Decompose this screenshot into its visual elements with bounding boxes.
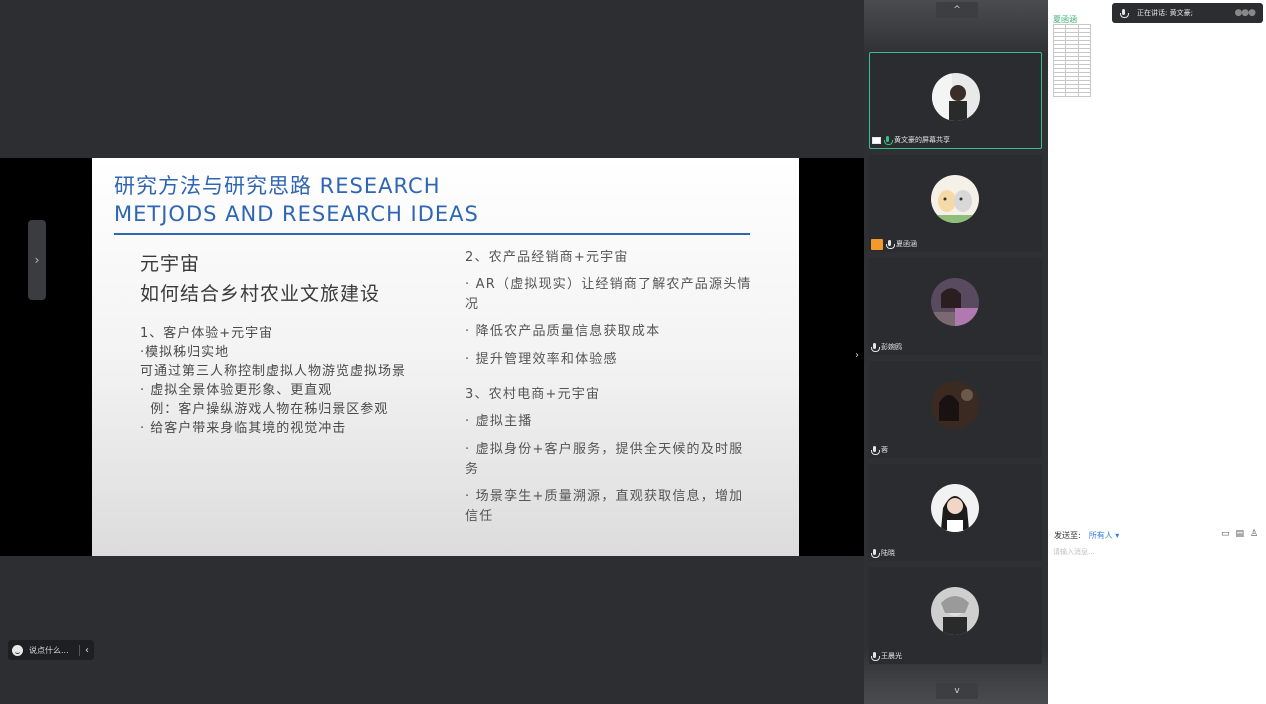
shared-screen-stage: › 研究方法与研究思路 RESEARCH METJODS AND RESEARC… — [0, 0, 864, 704]
slide-left-line: 可通过第三人称控制虚拟人物游览虚拟场景 — [140, 364, 407, 379]
meeting-window: › 研究方法与研究思路 RESEARCH METJODS AND RESEARC… — [0, 0, 1266, 704]
slide-left-line: 例：客户操纵游戏人物在秭归景区参观 — [140, 402, 389, 417]
microphone-icon — [871, 651, 880, 661]
speaking-indicator: 正在讲话: 黄文豪; ●●● — [1112, 3, 1263, 23]
slide-left-line: ·模拟秭归实地 — [140, 345, 230, 360]
participant-name: 黄文豪的屏幕共享 — [894, 136, 950, 144]
participant-tile[interactable]: 蓉 — [869, 361, 1042, 458]
chevron-down-icon: v — [954, 686, 960, 696]
participant-name: 蓉 — [881, 446, 888, 454]
participant-name-bar: 彭婉鸥 — [871, 341, 902, 353]
participant-name: 陆晓 — [881, 549, 895, 557]
avatar — [931, 175, 979, 223]
slide-left-line: · 给客户带来身临其境的视觉冲击 — [140, 421, 347, 436]
slide-right-line: · 场景孪生+质量溯源，直观获取信息，增加 — [465, 489, 744, 504]
microphone-icon — [886, 239, 895, 249]
avatar — [931, 587, 979, 635]
slide-left-line: · 虚拟全景体验更形象、更直观 — [140, 383, 333, 398]
presentation-slide: 研究方法与研究思路 RESEARCH METJODS AND RESEARCH … — [92, 158, 799, 556]
slide-title-line1: 研究方法与研究思路 RESEARCH — [114, 174, 441, 198]
slide-right-line: 况 — [465, 297, 480, 312]
participant-tile[interactable]: 王晨光 — [869, 567, 1042, 664]
avatar — [931, 484, 979, 532]
microphone-icon — [871, 548, 880, 558]
slide-right-line: 务 — [465, 462, 480, 477]
slide-right-line: 2、农产品经销商+元宇宙 — [465, 250, 629, 265]
slide-right-line: 3、农村电商+元宇宙 — [465, 387, 601, 402]
slide-right-line: · 虚拟主播 — [465, 414, 533, 429]
say-something-label: 说点什么... — [29, 645, 69, 655]
send-to-label: 发送至: — [1054, 531, 1081, 540]
microphone-icon — [871, 445, 880, 455]
slide-right-line: · 虚拟身份+客户服务，提供全天候的及时服 — [465, 442, 744, 457]
chevron-left-icon[interactable]: ‹ — [79, 644, 89, 656]
slide-heading-rural: 如何结合乡村农业文旅建设 — [140, 283, 381, 305]
chat-message-input[interactable] — [1053, 545, 1253, 559]
participant-name: 彭婉鸥 — [881, 343, 902, 351]
say-something-button[interactable]: 说点什么... ‹ — [8, 640, 94, 660]
participant-tile[interactable]: 黄文豪的屏幕共享 — [869, 52, 1042, 149]
participant-name: 王晨光 — [881, 652, 902, 660]
avatar — [931, 381, 979, 429]
send-to-row: 发送至: 所有人 ▾ — [1054, 530, 1119, 541]
participant-name-bar: 蓉 — [871, 444, 888, 456]
microphone-icon — [1120, 8, 1129, 18]
collapse-arrow-icon[interactable]: › — [855, 350, 859, 361]
user-badge-icon — [871, 238, 883, 250]
slide-right-line: · 降低农产品质量信息获取成本 — [465, 324, 661, 339]
participant-tile[interactable]: 夏函涵 — [869, 155, 1042, 252]
slide-heading-metaverse: 元宇宙 — [140, 253, 201, 275]
slide-right-line: · 提升管理效率和体验感 — [465, 352, 618, 367]
chevron-right-icon: › — [34, 253, 40, 267]
slide-title-rule — [114, 233, 750, 235]
expand-left-handle[interactable]: › — [28, 220, 46, 300]
scroll-up-button[interactable]: ^ — [936, 2, 978, 18]
chevron-up-icon: ^ — [953, 5, 961, 15]
participant-video-column: ^ 黄文豪的屏幕共享 夏函涵 彭婉鸥 蓉 陆晓 王晨光 v — [864, 0, 1048, 704]
microphone-icon — [884, 135, 893, 145]
slide-right-line: · AR（虚拟现实）让经销商了解农产品源头情 — [465, 277, 752, 292]
avatar — [931, 278, 979, 326]
slide-title-line2: METJODS AND RESEARCH IDEAS — [114, 202, 479, 226]
slide-left-line: 1、客户体验+元宇宙 — [140, 326, 274, 341]
calendar-icon[interactable]: ▤ — [1236, 529, 1245, 539]
folder-icon[interactable]: ▭ — [1221, 529, 1230, 539]
participant-name: 夏函涵 — [896, 240, 917, 248]
user-icon[interactable]: ♙ — [1250, 529, 1258, 539]
chat-panel — [1048, 0, 1266, 704]
participant-name-bar: 陆晓 — [871, 547, 895, 559]
avatar — [932, 73, 980, 121]
participant-name-bar: 王晨光 — [871, 650, 902, 662]
speaking-label: 正在讲话: 黄文豪; — [1137, 9, 1193, 17]
chat-tools: ▭ ▤ ♙ — [1221, 529, 1258, 539]
slide-right-line: 信任 — [465, 509, 494, 524]
participant-tile[interactable]: 彭婉鸥 — [869, 258, 1042, 355]
attachment-thumbnail[interactable] — [1052, 24, 1092, 97]
participant-name-bar: 黄文豪的屏幕共享 — [872, 134, 950, 146]
microphone-icon — [871, 342, 880, 352]
participant-name-bar: 夏函涵 — [871, 238, 917, 250]
scroll-down-button[interactable]: v — [936, 683, 978, 699]
screen-share-icon — [872, 136, 881, 144]
avatar-group-icon: ●●● — [1234, 8, 1256, 18]
send-to-dropdown[interactable]: 所有人 ▾ — [1089, 530, 1120, 541]
participant-tile[interactable]: 陆晓 — [869, 464, 1042, 561]
smiley-icon — [12, 644, 23, 656]
